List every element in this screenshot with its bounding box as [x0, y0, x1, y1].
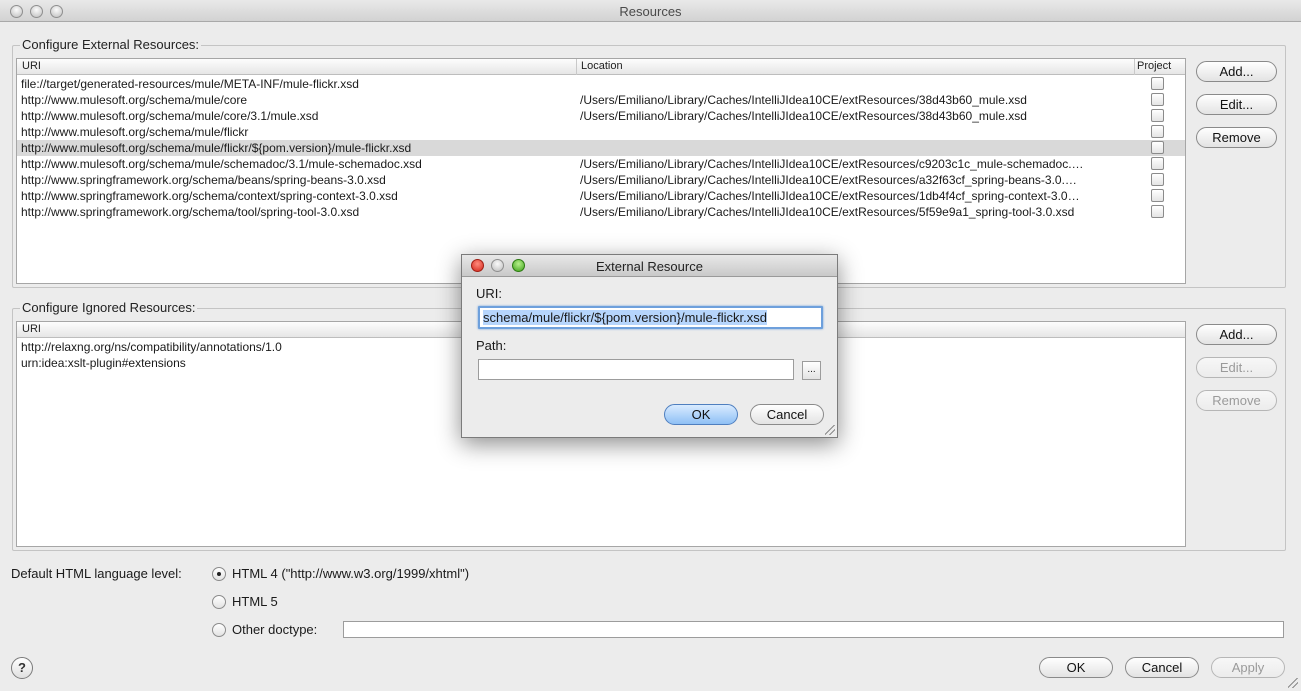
html-level-label: Default HTML language level:: [11, 566, 182, 581]
table-row[interactable]: http://www.springframework.org/schema/to…: [17, 204, 1185, 220]
external-resource-dialog: External Resource URI: schema/mule/flick…: [461, 254, 838, 438]
radio-other-doctype[interactable]: [212, 623, 226, 637]
path-label: Path:: [476, 338, 507, 353]
cell-uri: http://www.mulesoft.org/schema/mule/sche…: [21, 157, 422, 171]
resize-grip-icon[interactable]: [825, 425, 835, 435]
cell-location: /Users/Emiliano/Library/Caches/IntelliJI…: [580, 109, 1027, 123]
cell-uri: http://www.mulesoft.org/schema/mule/flic…: [21, 125, 249, 139]
column-divider[interactable]: [576, 59, 577, 75]
project-checkbox[interactable]: [1151, 93, 1164, 106]
table-row[interactable]: file://target/generated-resources/mule/M…: [17, 76, 1185, 92]
column-header-uri[interactable]: URI: [19, 60, 41, 72]
table-row[interactable]: http://www.mulesoft.org/schema/mule/flic…: [17, 140, 1185, 156]
column-header-location[interactable]: Location: [578, 60, 623, 72]
external-remove-button[interactable]: Remove: [1196, 127, 1277, 148]
uri-label: URI:: [476, 286, 502, 301]
ignored-add-button[interactable]: Add...: [1196, 324, 1277, 345]
radio-html5[interactable]: [212, 595, 226, 609]
cell-location: /Users/Emiliano/Library/Caches/IntelliJI…: [580, 157, 1084, 171]
external-resources-label: Configure External Resources:: [20, 37, 202, 52]
project-checkbox[interactable]: [1151, 141, 1164, 154]
table-header: URI Location Project: [17, 59, 1185, 75]
project-checkbox[interactable]: [1151, 157, 1164, 170]
cell-location: /Users/Emiliano/Library/Caches/IntelliJI…: [580, 205, 1075, 219]
uri-input[interactable]: schema/mule/flickr/${pom.version}/mule-f…: [478, 306, 823, 329]
cell-uri: http://www.springframework.org/schema/co…: [21, 189, 398, 203]
project-checkbox[interactable]: [1151, 205, 1164, 218]
cell-uri: file://target/generated-resources/mule/M…: [21, 77, 359, 91]
other-doctype-input[interactable]: [343, 621, 1284, 638]
cell-location: /Users/Emiliano/Library/Caches/IntelliJI…: [580, 93, 1027, 107]
table-row[interactable]: http://www.mulesoft.org/schema/mule/core…: [17, 92, 1185, 108]
radio-html4[interactable]: [212, 567, 226, 581]
table-row[interactable]: http://www.mulesoft.org/schema/mule/core…: [17, 108, 1185, 124]
cell-uri: http://www.mulesoft.org/schema/mule/core…: [21, 109, 319, 123]
uri-input-value: schema/mule/flickr/${pom.version}/mule-f…: [483, 310, 767, 325]
cancel-button[interactable]: Cancel: [1125, 657, 1199, 678]
project-checkbox[interactable]: [1151, 109, 1164, 122]
window-title: Resources: [619, 4, 682, 19]
apply-button[interactable]: Apply: [1211, 657, 1285, 678]
cell-location: /Users/Emiliano/Library/Caches/IntelliJI…: [580, 173, 1077, 187]
external-edit-button[interactable]: Edit...: [1196, 94, 1277, 115]
cell-uri: http://www.mulesoft.org/schema/mule/flic…: [21, 141, 412, 155]
window-titlebar: Resources: [0, 0, 1301, 22]
table-row[interactable]: http://www.springframework.org/schema/be…: [17, 172, 1185, 188]
project-checkbox[interactable]: [1151, 189, 1164, 202]
table-row[interactable]: http://www.mulesoft.org/schema/mule/flic…: [17, 124, 1185, 140]
radio-other-doctype-label[interactable]: Other doctype:: [232, 622, 317, 637]
resize-grip-icon[interactable]: [1288, 678, 1298, 688]
cell-uri: http://www.springframework.org/schema/be…: [21, 173, 386, 187]
dialog-title: External Resource: [596, 259, 703, 274]
table-row[interactable]: http://www.mulesoft.org/schema/mule/sche…: [17, 156, 1185, 172]
external-add-button[interactable]: Add...: [1196, 61, 1277, 82]
external-resources-table[interactable]: URI Location Project file://target/gener…: [16, 58, 1186, 284]
column-header-project[interactable]: Project: [1134, 60, 1171, 72]
project-checkbox[interactable]: [1151, 173, 1164, 186]
dialog-titlebar: External Resource: [462, 255, 837, 277]
cell-uri: http://www.mulesoft.org/schema/mule/core: [21, 93, 248, 107]
radio-html5-label[interactable]: HTML 5: [232, 594, 278, 609]
ok-button[interactable]: OK: [1039, 657, 1113, 678]
project-checkbox[interactable]: [1151, 125, 1164, 138]
path-input[interactable]: [478, 359, 794, 380]
table-row[interactable]: http://www.springframework.org/schema/co…: [17, 188, 1185, 204]
column-header-uri[interactable]: URI: [19, 323, 41, 335]
cell-uri: http://www.springframework.org/schema/to…: [21, 205, 360, 219]
cell-location: /Users/Emiliano/Library/Caches/IntelliJI…: [580, 189, 1080, 203]
project-checkbox[interactable]: [1151, 77, 1164, 90]
ignored-remove-button[interactable]: Remove: [1196, 390, 1277, 411]
ellipsis-icon[interactable]: ...: [802, 361, 821, 380]
ignored-resources-label: Configure Ignored Resources:: [20, 300, 198, 315]
radio-html4-label[interactable]: HTML 4 ("http://www.w3.org/1999/xhtml"): [232, 566, 469, 581]
ignored-edit-button[interactable]: Edit...: [1196, 357, 1277, 378]
dialog-ok-button[interactable]: OK: [664, 404, 738, 425]
help-icon[interactable]: ?: [11, 657, 33, 679]
dialog-cancel-button[interactable]: Cancel: [750, 404, 824, 425]
